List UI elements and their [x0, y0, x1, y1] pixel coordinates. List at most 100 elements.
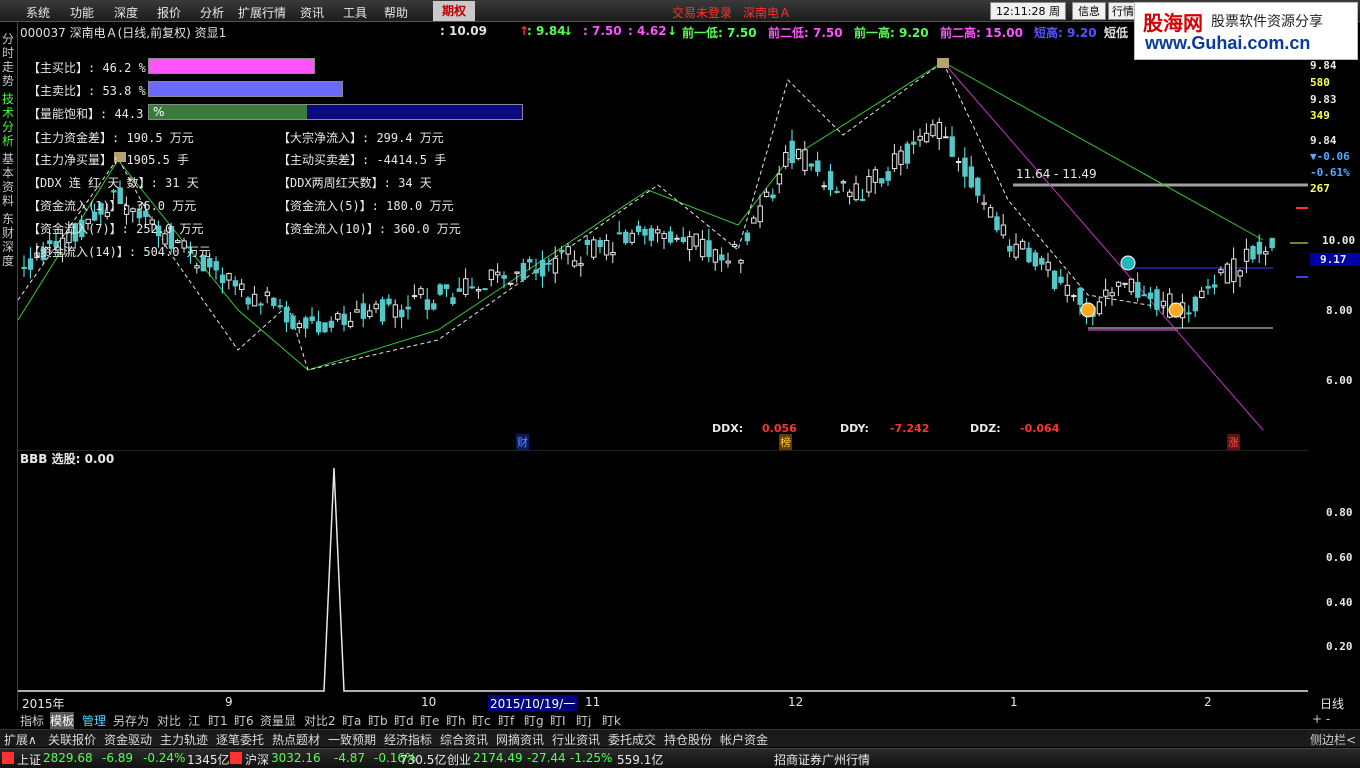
menu-depth[interactable]: 深度	[114, 4, 138, 21]
tab-technical[interactable]: 技术分析	[2, 92, 16, 148]
candle-body	[296, 323, 303, 329]
sz-change: -4.87	[334, 751, 366, 765]
bbb-indicator-title: BBB 选股: 0.00	[20, 452, 115, 466]
function-tab-8[interactable]: 综合资讯	[440, 731, 488, 748]
indicator-tab-5[interactable]: 江	[188, 712, 200, 729]
buy-ratio-bar	[148, 58, 315, 74]
indicator-tab-20[interactable]: 盯k	[602, 712, 621, 729]
date-label-nov: 11	[585, 695, 601, 709]
tab-intraday[interactable]: 分时走势	[2, 32, 16, 88]
indicator-tab-19[interactable]: 盯j	[576, 712, 591, 729]
candle-body	[795, 148, 802, 160]
indicator-tab-8[interactable]: 资量显	[260, 712, 296, 729]
candle-body	[450, 297, 456, 305]
function-tab-6[interactable]: 一致预期	[328, 731, 376, 748]
candle-body	[1154, 289, 1160, 310]
menu-ext-market[interactable]: 扩展行情	[238, 4, 286, 21]
sidebar-toggle[interactable]: 侧边栏<	[1310, 731, 1356, 748]
indicator-tab-7[interactable]: 盯6	[234, 712, 254, 729]
signal-marker-icon	[1168, 302, 1184, 318]
sz-label[interactable]: 沪深	[245, 751, 269, 768]
menu-news[interactable]: 资讯	[300, 4, 324, 21]
function-tab-4[interactable]: 逐笔委托	[216, 731, 264, 748]
zoom-controls[interactable]: + -	[1312, 712, 1330, 726]
indicator-tab-12[interactable]: 盯d	[394, 712, 414, 729]
lower-axis-0: 0.80	[1326, 506, 1353, 519]
function-tab-0[interactable]: 扩展∧	[4, 731, 37, 748]
menu-tools[interactable]: 工具	[343, 4, 367, 21]
sh-pct: -0.24%	[143, 751, 186, 765]
bbb-indicator-chart[interactable]	[18, 450, 1308, 695]
indicator-tab-2[interactable]: 管理	[82, 712, 106, 729]
menu-function[interactable]: 功能	[70, 4, 94, 21]
date-label-sep: 9	[225, 695, 233, 709]
login-status[interactable]: 交易未登录	[672, 4, 732, 21]
indicator-tab-0[interactable]: 指标	[20, 712, 44, 729]
indicator-tab-3[interactable]: 另存为	[113, 712, 149, 729]
menu-help[interactable]: 帮助	[384, 4, 408, 21]
tab-eastmoney-depth[interactable]: 东财深度	[2, 212, 16, 268]
info-prev-high-1: 前一高: 9.20	[854, 26, 929, 40]
function-tab-9[interactable]: 网摘资讯	[496, 731, 544, 748]
candle-body	[1269, 237, 1275, 249]
candle-body	[475, 288, 482, 292]
candle-body	[194, 265, 200, 269]
function-tab-10[interactable]: 行业资讯	[552, 731, 600, 748]
buy-ratio-label: 【主买比】: 46.2 %	[28, 61, 146, 75]
function-tab-2[interactable]: 资金驱动	[104, 731, 152, 748]
indicator-tab-1[interactable]: 模板	[50, 712, 75, 729]
indicator-tab-14[interactable]: 盯h	[446, 712, 466, 729]
period-label[interactable]: 日线	[1320, 695, 1344, 712]
marker-limit-up[interactable]: 涨	[1227, 434, 1240, 450]
indicator-tab-17[interactable]: 盯g	[524, 712, 544, 729]
candle-body	[719, 254, 725, 261]
current-stock-name: 深南电Ａ	[743, 6, 792, 20]
menu-analysis[interactable]: 分析	[200, 4, 224, 21]
candle-body	[520, 263, 527, 280]
date-label-feb: 2	[1204, 695, 1212, 709]
down-arrow-icon-2: ↓	[667, 24, 678, 38]
candle-body	[943, 136, 949, 139]
sh-label[interactable]: 上证	[17, 751, 41, 768]
info-button[interactable]: 信息	[1072, 2, 1106, 20]
indicator-tab-10[interactable]: 盯a	[342, 712, 361, 729]
function-tab-5[interactable]: 热点题材	[272, 731, 320, 748]
marker-finance[interactable]: 财	[516, 434, 529, 450]
candle-body	[635, 225, 642, 233]
function-tab-11[interactable]: 委托成交	[608, 731, 656, 748]
function-tab-3[interactable]: 主力轨迹	[160, 731, 208, 748]
candle-body	[328, 320, 335, 328]
indicator-tab-4[interactable]: 对比	[157, 712, 181, 729]
candle-body	[571, 260, 578, 267]
menu-quote[interactable]: 报价	[157, 4, 181, 21]
candle-body	[251, 293, 258, 307]
info-prev-low-2: 前二低: 7.50	[768, 26, 843, 40]
price-chart[interactable]	[18, 40, 1308, 448]
function-tab-7[interactable]: 经济指标	[384, 731, 432, 748]
marker-ranking[interactable]: 榜	[779, 434, 792, 450]
candle-body	[437, 284, 443, 295]
function-tab-13[interactable]: 帐户资金	[720, 731, 768, 748]
cy-label[interactable]: 创业	[447, 751, 471, 768]
block-inflow: 【大宗净流入】: 299.4 万元	[278, 131, 444, 145]
candle-body	[1199, 290, 1205, 298]
function-tab-1[interactable]: 关联报价	[48, 731, 96, 748]
tab-fundamentals[interactable]: 基本资料	[2, 152, 16, 208]
indicator-tab-18[interactable]: 盯I	[550, 712, 566, 729]
menu-options[interactable]: 期权	[433, 1, 475, 21]
menu-system[interactable]: 系统	[26, 4, 50, 21]
indicator-tab-11[interactable]: 盯b	[368, 712, 388, 729]
function-tab-12[interactable]: 持仓股份	[664, 731, 712, 748]
candle-body	[258, 303, 264, 306]
clock: 12:11:28 周三	[990, 2, 1066, 36]
indicator-tab-13[interactable]: 盯e	[420, 712, 439, 729]
candle-body	[245, 297, 251, 305]
indicator-tab-16[interactable]: 盯f	[498, 712, 514, 729]
candle-body	[219, 274, 226, 284]
indicator-tab-6[interactable]: 盯1	[208, 712, 228, 729]
ddy-value: -7.242	[890, 422, 930, 435]
candle-body	[879, 178, 885, 184]
market-icon-2	[230, 752, 242, 764]
indicator-tab-15[interactable]: 盯c	[472, 712, 491, 729]
indicator-tab-9[interactable]: 对比2	[304, 712, 336, 729]
